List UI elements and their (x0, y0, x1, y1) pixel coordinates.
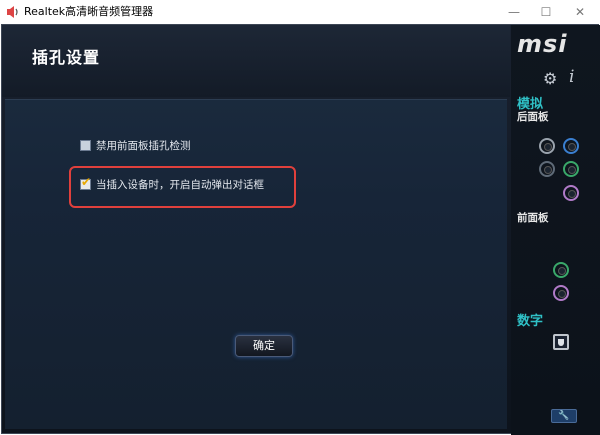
wrench-icon: 🔧 (558, 411, 570, 421)
option-disable-front-jack-detection[interactable]: 禁用前面板插孔检测 (80, 138, 191, 153)
spdif-port-icon[interactable] (553, 334, 569, 350)
info-icon[interactable]: i (569, 67, 574, 87)
close-button[interactable]: ✕ (564, 0, 596, 24)
option-label: 当插入设备时，开启自动弹出对话框 (96, 179, 264, 191)
rear-jack-dark-gray-icon[interactable] (539, 161, 555, 177)
checkmark-icon: ✔ (81, 175, 92, 189)
checkbox-auto-popup[interactable]: ✔ (80, 175, 92, 190)
speaker-app-icon (7, 6, 18, 18)
page-title: 插孔设置 (32, 48, 101, 67)
front-jack-pink-icon[interactable] (553, 285, 569, 301)
msi-logo: msi (517, 30, 568, 58)
window-title: Realtek高清晰音频管理器 (24, 5, 154, 18)
header-band: 插孔设置 (2, 25, 510, 97)
checkbox-disable-front-jack[interactable] (80, 140, 91, 151)
maximize-button[interactable]: ☐ (530, 0, 562, 24)
title-bar: Realtek高清晰音频管理器 — ☐ ✕ (0, 0, 600, 24)
rear-jack-green-icon[interactable] (563, 161, 579, 177)
rear-jack-pink-icon[interactable] (563, 185, 579, 201)
front-jack-green-icon[interactable] (553, 262, 569, 278)
digital-heading: 数字 (517, 314, 544, 329)
rear-jack-gray-icon[interactable] (539, 138, 555, 154)
minimize-button[interactable]: — (498, 0, 530, 24)
option-label: 禁用前面板插孔检测 (96, 140, 191, 152)
gear-icon[interactable]: ⚙ (543, 69, 557, 88)
rear-panel-label: 后面板 (517, 111, 549, 123)
option-auto-popup-dialog[interactable]: ✔ 当插入设备时，开启自动弹出对话框 (80, 175, 264, 192)
ok-button[interactable]: 确定 (235, 335, 293, 357)
front-panel-label: 前面板 (517, 212, 549, 224)
rear-jack-blue-icon[interactable] (563, 138, 579, 154)
sidebar: msi ⚙ i 模拟 后面板 前面板 数字 🔧 (511, 25, 600, 435)
wrench-settings-button[interactable]: 🔧 (551, 409, 577, 423)
app-body: 插孔设置 禁用前面板插孔检测 ✔ 当插入设备时，开启自动弹出对话框 确定 msi… (1, 24, 600, 435)
